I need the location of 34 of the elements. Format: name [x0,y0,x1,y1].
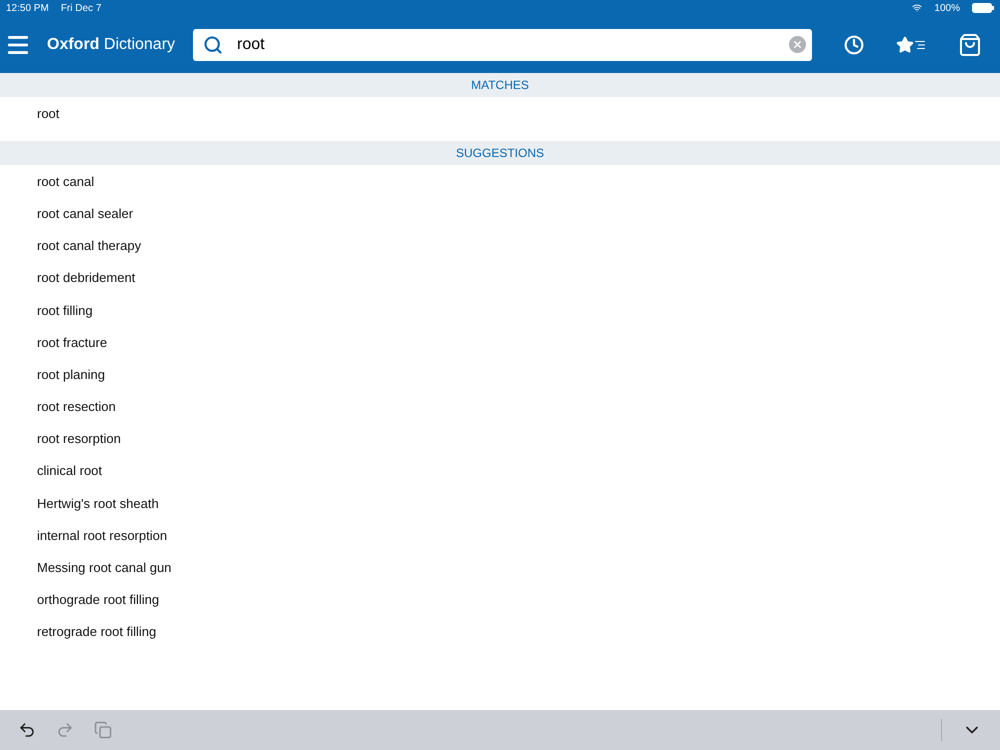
result-item[interactable]: retrograde root filling [0,616,1000,648]
result-item[interactable]: root [0,97,1000,130]
section-header: SUGGESTIONS [0,141,1000,166]
status-date: Fri Dec 7 [60,2,102,14]
battery-icon [972,3,994,13]
download-button[interactable] [958,32,982,56]
result-item[interactable]: root resection [0,390,1000,423]
search-input[interactable]: root [235,34,789,54]
result-item[interactable]: root planing [0,358,1000,390]
wifi-icon [912,3,922,13]
search-field[interactable]: root [193,28,812,60]
result-item[interactable]: clinical root [0,454,1000,488]
close-icon [792,39,803,50]
list-icon [914,38,926,50]
undo-button[interactable] [18,721,36,739]
status-time: 12:50 PM [6,2,49,14]
star-icon [896,36,914,54]
history-button[interactable] [844,34,864,54]
result-item[interactable]: root canal therapy [0,230,1000,262]
favorites-button[interactable] [896,36,926,54]
app-title: Oxford Dictionary [47,36,176,54]
result-item[interactable]: root canal [0,165,1000,198]
result-item[interactable]: orthograde root filling [0,584,1000,616]
result-item[interactable]: root resorption [0,422,1000,455]
result-item[interactable]: Hertwig's root sheath [0,487,1000,520]
result-item[interactable]: internal root resorption [0,519,1000,552]
result-item[interactable]: root canal sealer [0,197,1000,230]
section-header: MATCHES [0,73,1000,97]
result-item[interactable]: root debridement [0,262,1000,294]
battery-percent: 100% [934,2,960,14]
search-icon [203,34,223,54]
result-item[interactable]: root filling [0,294,1000,326]
result-item[interactable]: root fracture [0,326,1000,358]
result-item[interactable]: Messing root canal gun [0,551,1000,584]
